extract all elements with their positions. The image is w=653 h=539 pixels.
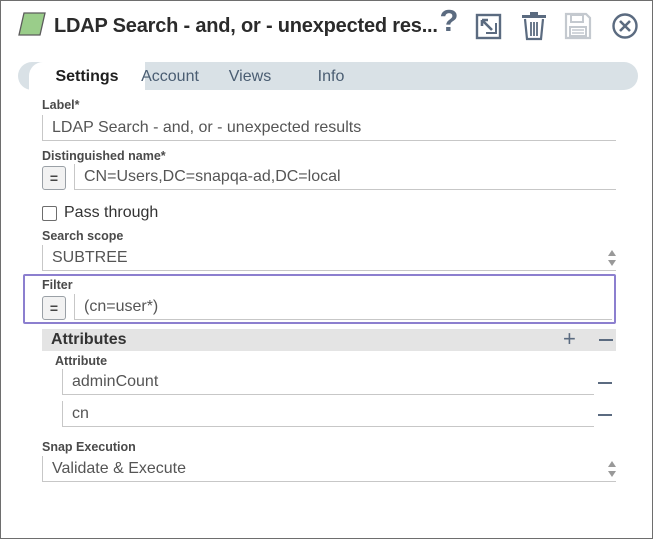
- dialog-title: LDAP Search - and, or - unexpected res..…: [54, 15, 438, 37]
- pass-through-checkbox[interactable]: [42, 206, 57, 221]
- filter-input[interactable]: (cn=user*): [74, 294, 612, 320]
- scope-selected-value: SUBTREE: [52, 249, 128, 266]
- help-icon[interactable]: ?: [434, 3, 464, 38]
- filter-expression-toggle[interactable]: =: [42, 296, 66, 320]
- delete-icon[interactable]: [519, 10, 549, 42]
- execution-field-label: Snap Execution: [42, 440, 136, 454]
- snap-settings-dialog: LDAP Search - and, or - unexpected res..…: [0, 0, 653, 539]
- dialog-header: LDAP Search - and, or - unexpected res..…: [1, 1, 652, 53]
- label-field-label: Label*: [42, 98, 80, 112]
- dn-field-label: Distinguished name*: [42, 149, 166, 163]
- tab-views[interactable]: Views: [216, 62, 284, 90]
- tab-info[interactable]: Info: [305, 62, 357, 90]
- close-icon[interactable]: [610, 10, 640, 42]
- scope-field-label: Search scope: [42, 229, 124, 243]
- remove-attributes-icon[interactable]: [599, 339, 613, 341]
- tab-account[interactable]: Account: [128, 62, 212, 90]
- export-icon[interactable]: [474, 10, 504, 42]
- tab-bar: Settings Account Views Info: [18, 62, 638, 90]
- attributes-header: Attributes +: [42, 328, 616, 351]
- remove-attribute-row-icon[interactable]: [598, 382, 612, 384]
- execution-dropdown-arrows-icon[interactable]: [607, 460, 617, 478]
- attributes-title: Attributes: [51, 331, 127, 348]
- execution-selected-value: Validate & Execute: [52, 460, 187, 477]
- dn-input[interactable]: CN=Users,DC=snapqa-ad,DC=local: [74, 164, 616, 190]
- attribute-column-label: Attribute: [55, 354, 108, 368]
- dn-expression-toggle[interactable]: =: [42, 166, 66, 190]
- label-input[interactable]: LDAP Search - and, or - unexpected resul…: [42, 115, 616, 141]
- scope-select[interactable]: SUBTREE: [42, 245, 616, 271]
- snap-type-icon: [18, 12, 46, 36]
- add-attribute-icon[interactable]: +: [563, 328, 576, 350]
- save-icon[interactable]: [563, 10, 593, 42]
- scope-dropdown-arrows-icon[interactable]: [607, 249, 617, 267]
- execution-select[interactable]: Validate & Execute: [42, 456, 616, 482]
- filter-field-label: Filter: [42, 278, 73, 292]
- attribute-input-cn[interactable]: cn: [62, 401, 594, 427]
- remove-attribute-row-icon[interactable]: [598, 414, 612, 416]
- pass-through-label: Pass through: [64, 204, 159, 221]
- attribute-input-admincount[interactable]: adminCount: [62, 369, 594, 395]
